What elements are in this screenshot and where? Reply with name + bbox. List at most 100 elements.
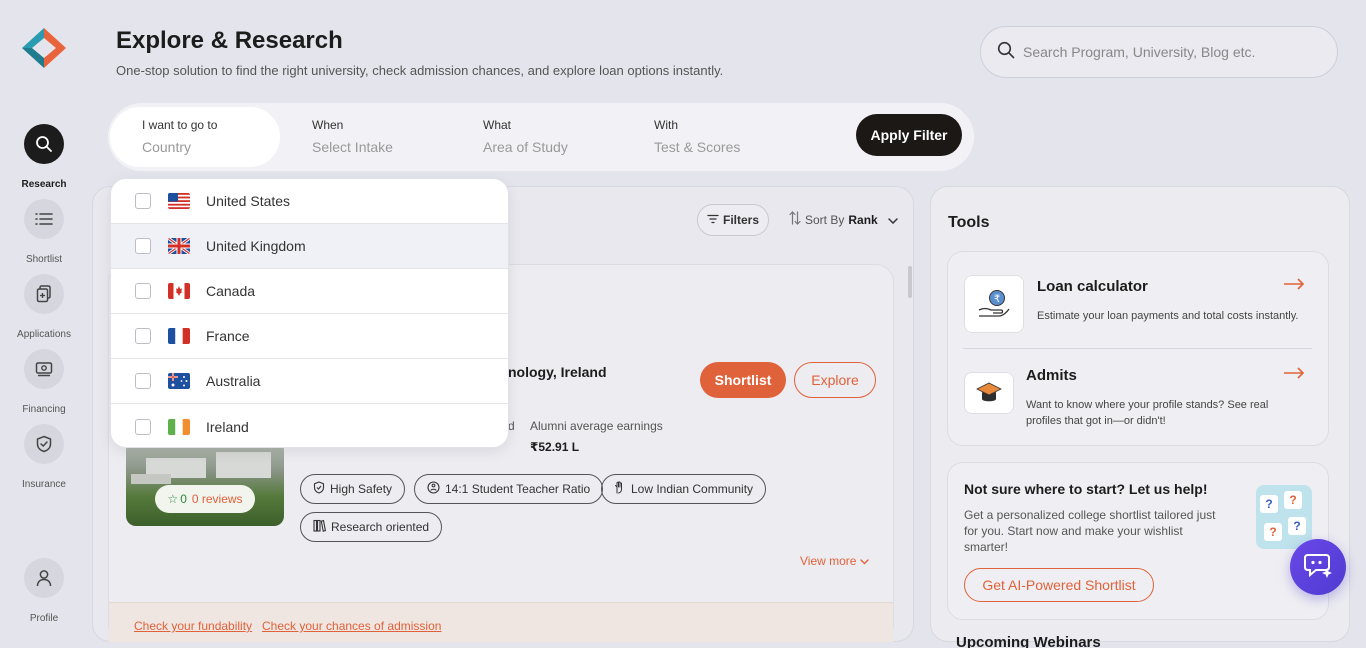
sort-dropdown[interactable]: Sort By Rank [789,211,898,228]
results-scrollbar[interactable] [908,266,912,298]
ai-shortlist-button[interactable]: Get AI-Powered Shortlist [964,568,1154,602]
country-label: Australia [206,373,261,389]
sidebar-item-applications[interactable]: Applications [0,274,88,340]
filter-country[interactable]: I want to go to Country [110,107,280,167]
tag-label: Low Indian Community [631,482,754,496]
sidebar-item-label: Shortlist [25,254,63,265]
chevron-down-icon [860,554,870,568]
user-icon [24,558,64,598]
admits-desc: Want to know where your profile stands? … [1026,399,1269,427]
apply-filter-button[interactable]: Apply Filter [856,114,962,156]
star-icon: ☆ [167,492,179,506]
sort-value: Rank [848,212,878,227]
france-flag-icon [168,328,190,344]
filter-label: What [483,118,512,132]
tag-research-oriented: Research oriented [300,512,443,542]
loan-calculator-title[interactable]: Loan calculator [1037,278,1148,295]
country-label: United States [206,193,291,209]
tools-title: Tools [948,214,990,231]
sidebar-item-label: Research [21,179,67,190]
filter-intake[interactable]: When Select Intake [280,107,450,167]
chevron-down-icon [887,213,898,227]
checkbox[interactable] [135,418,151,435]
university-name[interactable]: nology, Ireland [508,364,607,380]
filter-icon [707,213,719,227]
loan-calculator-icon: ₹ [964,275,1024,333]
sidebar-item-label: Financing [22,404,66,415]
library-icon [313,519,327,535]
arrow-right-icon[interactable] [1283,277,1305,295]
admits-icon [964,372,1014,414]
filter-test-scores[interactable]: With Test & Scores [622,107,792,167]
filter-area-of-study[interactable]: What Area of Study [451,107,621,167]
chat-assistant-button[interactable] [1290,539,1346,595]
tag-student-teacher-ratio: 14:1 Student Teacher Ratio [414,474,604,504]
classroom-icon [427,481,440,497]
webinars-heading: Upcoming Webinars [956,634,1101,648]
checkbox[interactable] [135,328,151,344]
country-label: United Kingdom [206,238,306,254]
tag-high-safety: High Safety [300,474,406,504]
check-admission-chances-link[interactable]: Check your chances of admission [262,619,441,633]
sidebar-item-label: Insurance [22,479,66,490]
tools-divider [963,348,1312,349]
filter-value: Country [142,139,192,155]
filters-label: Filters [722,213,759,227]
checkbox[interactable] [135,283,151,299]
stat-label: d [508,419,515,433]
filter-label: I want to go to [142,118,218,132]
brand-logo[interactable] [20,26,68,70]
sidebar-item-insurance[interactable]: Insurance [0,424,88,490]
sidebar-item-profile[interactable]: Profile [0,558,88,624]
filter-value: Test & Scores [654,139,741,155]
tag-indian-community: Low Indian Community [601,474,767,504]
filter-value: Select Intake [312,139,393,155]
sidebar-item-research[interactable]: Research [0,124,88,190]
filter-bar: I want to go to Country When Select Inta… [108,103,974,171]
country-option-ireland[interactable]: Ireland [111,404,508,447]
admits-title[interactable]: Admits [1026,367,1077,384]
search-input[interactable] [1023,44,1323,60]
alumni-earnings-label: Alumni average earnings [530,419,663,433]
explore-button[interactable]: Explore [794,362,876,398]
shortlist-button[interactable]: Shortlist [700,362,786,398]
financing-icon [24,349,64,389]
shield-icon [313,481,325,497]
loan-calculator-desc: Estimate your loan payments and total co… [1037,310,1299,322]
checkbox[interactable] [135,238,151,254]
canada-flag-icon [168,283,190,299]
uk-flag-icon [168,238,190,254]
search-icon [24,124,64,164]
filters-button[interactable]: Filters [697,204,769,236]
checkbox[interactable] [135,193,151,209]
country-option-canada[interactable]: Canada [111,269,508,314]
arrow-right-icon[interactable] [1283,366,1305,384]
applications-icon [24,274,64,314]
country-option-france[interactable]: France [111,314,508,359]
sort-icon [789,211,801,228]
rating-value: 0 [180,492,187,506]
search-icon [997,41,1015,64]
page-title: Explore & Research [116,27,343,54]
country-option-united-kingdom[interactable]: United Kingdom [111,224,508,269]
logo-icon [22,28,66,68]
chatbot-icon [1304,552,1332,583]
checkbox[interactable] [135,373,151,389]
help-desc: Get a personalized college shortlist tai… [964,508,1216,554]
ireland-flag-icon [168,418,190,435]
help-title: Not sure where to start? Let us help! [964,481,1208,497]
sidebar-item-shortlist[interactable]: Shortlist [0,199,88,265]
check-fundability-link[interactable]: Check your fundability [134,619,252,633]
sort-prefix: Sort By [805,212,845,227]
left-rail: Research Shortlist Applications Financin… [0,0,88,648]
view-more-link[interactable]: View more [800,554,870,568]
sidebar-item-financing[interactable]: Financing [0,349,88,415]
reviews-badge[interactable]: ☆ 0 0 reviews [155,485,255,513]
australia-flag-icon [168,373,190,389]
country-option-australia[interactable]: Australia [111,359,508,404]
global-search[interactable] [980,26,1338,78]
question-marks-illustration: ? ? ? ? [1256,485,1312,549]
tag-label: High Safety [330,482,393,496]
country-label: Ireland [206,418,249,435]
country-option-united-states[interactable]: United States [111,179,508,224]
